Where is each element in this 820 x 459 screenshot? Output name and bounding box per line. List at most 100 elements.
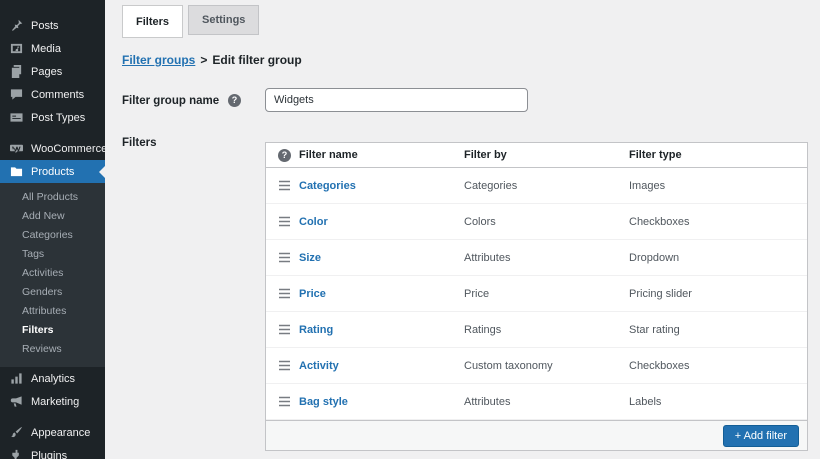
drag-handle-icon[interactable] (278, 324, 291, 335)
table-footer: + Add filter (266, 420, 807, 450)
products-folder-icon (9, 165, 23, 179)
filter-type-value: Dropdown (629, 252, 807, 264)
filter-name-link[interactable]: Price (299, 288, 326, 300)
submenu-item-categories[interactable]: Categories (0, 226, 105, 245)
table-row: Categories Categories Images (266, 168, 807, 204)
tab-filters[interactable]: Filters (122, 5, 183, 38)
header-filter-type: Filter type (629, 149, 807, 161)
filter-type-value: Pricing slider (629, 288, 807, 300)
table-row: Bag style Attributes Labels (266, 384, 807, 420)
sidebar-item-label: Comments (31, 89, 84, 101)
sidebar-item-woocommerce[interactable]: WooCommerce (0, 137, 105, 160)
filter-name-link[interactable]: Categories (299, 180, 356, 192)
filter-by-value: Categories (464, 180, 629, 192)
sidebar-item-comments[interactable]: Comments (0, 83, 105, 106)
sidebar-item-label: Analytics (31, 373, 75, 385)
submenu-item-reviews[interactable]: Reviews (0, 340, 105, 359)
submenu-item-activities[interactable]: Activities (0, 264, 105, 283)
sidebar-item-media[interactable]: Media (0, 37, 105, 60)
drag-handle-icon[interactable] (278, 396, 291, 407)
header-filter-by: Filter by (464, 149, 629, 161)
products-submenu: All Products Add New Categories Tags Act… (0, 183, 105, 367)
filter-name-link[interactable]: Color (299, 216, 328, 228)
table-row: Price Price Pricing slider (266, 276, 807, 312)
woocommerce-icon (9, 142, 23, 156)
filter-type-value: Checkboxes (629, 216, 807, 228)
sidebar-item-products[interactable]: Products (0, 160, 105, 183)
table-row: Color Colors Checkboxes (266, 204, 807, 240)
sidebar-item-plugins[interactable]: Plugins (0, 444, 105, 459)
content-area: Filters Settings Filter groups > Edit filt… (105, 0, 820, 459)
filter-name-link[interactable]: Bag style (299, 396, 348, 408)
table-header-row: ? Filter name Filter by Filter type (266, 143, 807, 168)
admin-sidebar: Posts Media Pages Comments Post Types Wo… (0, 0, 105, 459)
drag-handle-icon[interactable] (278, 360, 291, 371)
sidebar-item-label: Posts (31, 20, 59, 32)
pages-icon (9, 65, 23, 79)
media-icon (9, 42, 23, 56)
sidebar-item-label: Media (31, 43, 61, 55)
submenu-item-attributes[interactable]: Attributes (0, 302, 105, 321)
drag-handle-icon[interactable] (278, 288, 291, 299)
table-row: Rating Ratings Star rating (266, 312, 807, 348)
filter-by-value: Price (464, 288, 629, 300)
sidebar-item-label: Plugins (31, 450, 67, 459)
submenu-item-filters[interactable]: Filters (0, 321, 105, 340)
table-row: Activity Custom taxonomy Checkboxes (266, 348, 807, 384)
menu-separator (0, 129, 105, 137)
breadcrumb-separator: > (200, 53, 207, 67)
help-icon[interactable]: ? (228, 94, 241, 107)
paintbrush-icon (9, 426, 23, 440)
filters-label: Filters (122, 137, 157, 149)
filter-by-value: Colors (464, 216, 629, 228)
filter-name-link[interactable]: Size (299, 252, 321, 264)
sidebar-item-appearance[interactable]: Appearance (0, 421, 105, 444)
sidebar-item-label: Post Types (31, 112, 85, 124)
sidebar-item-analytics[interactable]: Analytics (0, 367, 105, 390)
filter-name-link[interactable]: Rating (299, 324, 333, 336)
sidebar-item-label: Appearance (31, 427, 90, 439)
filter-group-name-label: Filter group name (122, 95, 219, 107)
drag-handle-icon[interactable] (278, 216, 291, 227)
tab-settings[interactable]: Settings (188, 5, 259, 35)
submenu-item-genders[interactable]: Genders (0, 283, 105, 302)
tab-bar: Filters Settings (122, 5, 259, 38)
submenu-item-tags[interactable]: Tags (0, 245, 105, 264)
sidebar-item-label: Pages (31, 66, 62, 78)
filter-by-value: Attributes (464, 396, 629, 408)
filter-group-name-input[interactable] (265, 88, 528, 112)
filter-name-link[interactable]: Activity (299, 360, 339, 372)
menu-separator (0, 413, 105, 421)
plug-icon (9, 449, 23, 459)
sidebar-item-posts[interactable]: Posts (0, 14, 105, 37)
filter-type-value: Images (629, 180, 807, 192)
comment-bubble-icon (9, 88, 23, 102)
sidebar-item-label: Products (31, 166, 74, 178)
filter-type-value: Checkboxes (629, 360, 807, 372)
filters-table: ? Filter name Filter by Filter type Cate… (265, 142, 808, 451)
filter-type-value: Star rating (629, 324, 807, 336)
breadcrumb-filter-groups-link[interactable]: Filter groups (122, 53, 195, 67)
drag-handle-icon[interactable] (278, 252, 291, 263)
filter-by-value: Ratings (464, 324, 629, 336)
pin-icon (9, 19, 23, 33)
sidebar-item-label: Marketing (31, 396, 79, 408)
table-row: Size Attributes Dropdown (266, 240, 807, 276)
bar-chart-icon (9, 372, 23, 386)
drag-handle-icon[interactable] (278, 180, 291, 191)
breadcrumb: Filter groups > Edit filter group (122, 53, 302, 67)
filter-type-value: Labels (629, 396, 807, 408)
sidebar-item-label: WooCommerce (31, 143, 107, 155)
submenu-item-all-products[interactable]: All Products (0, 188, 105, 207)
submenu-item-add-new[interactable]: Add New (0, 207, 105, 226)
sidebar-item-pages[interactable]: Pages (0, 60, 105, 83)
breadcrumb-current: Edit filter group (212, 53, 301, 67)
help-icon[interactable]: ? (278, 149, 291, 162)
filter-by-value: Attributes (464, 252, 629, 264)
sidebar-item-post-types[interactable]: Post Types (0, 106, 105, 129)
sidebar-item-marketing[interactable]: Marketing (0, 390, 105, 413)
header-filter-name: Filter name (299, 149, 464, 161)
add-filter-button[interactable]: + Add filter (723, 425, 799, 447)
megaphone-icon (9, 395, 23, 409)
post-types-icon (9, 111, 23, 125)
